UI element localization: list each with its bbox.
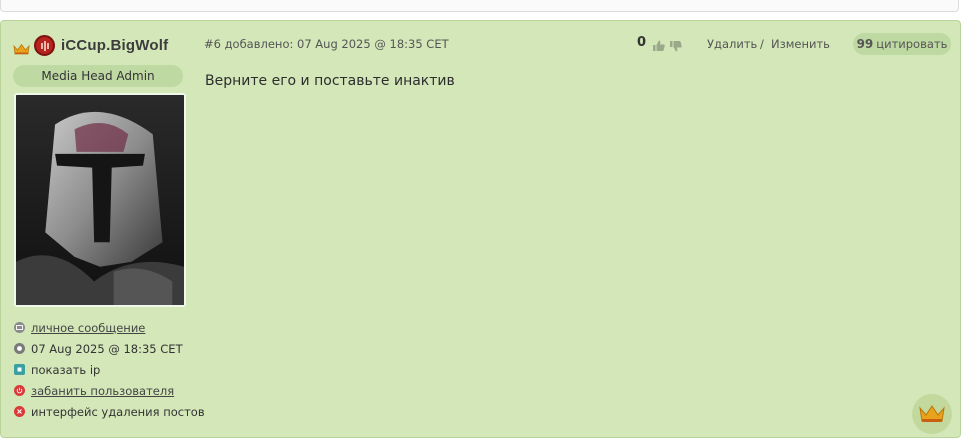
private-message-link[interactable]: личное сообщение bbox=[31, 321, 145, 335]
registration-date: 07 Aug 2025 @ 18:35 CET bbox=[31, 341, 183, 356]
previous-post-edge bbox=[0, 0, 959, 12]
quote-button[interactable]: 99 цитировать bbox=[853, 33, 951, 55]
ban-user-link[interactable]: забанить пользователя bbox=[31, 384, 174, 398]
edit-post-link[interactable]: Изменить bbox=[771, 37, 830, 51]
thumbs-up-icon[interactable] bbox=[652, 37, 666, 51]
quote-label: цитировать bbox=[876, 37, 948, 51]
list-item[interactable]: интерфейс удаления постов bbox=[14, 401, 205, 422]
post-meta: #6 добавлено: 07 Aug 2025 @ 18:35 CET bbox=[204, 37, 449, 51]
crown-icon bbox=[13, 40, 30, 54]
delete-post-link[interactable]: Удалить bbox=[707, 37, 757, 51]
power-icon bbox=[14, 385, 25, 396]
post-delete-interface-link[interactable]: интерфейс удаления постов bbox=[31, 405, 205, 419]
list-item[interactable]: забанить пользователя bbox=[14, 380, 205, 401]
delete-x-icon bbox=[14, 406, 25, 417]
race-emblem-icon bbox=[34, 35, 55, 56]
clock-icon bbox=[14, 343, 25, 354]
mail-icon bbox=[14, 322, 25, 333]
user-role-badge: Media Head Admin bbox=[13, 65, 183, 87]
quote-icon: 99 bbox=[856, 37, 874, 51]
rating-value: 0 bbox=[637, 35, 647, 50]
crown-badge-icon bbox=[912, 394, 952, 434]
list-item[interactable]: личное сообщение bbox=[14, 317, 205, 338]
avatar[interactable] bbox=[14, 93, 186, 307]
action-separator: / bbox=[760, 37, 764, 51]
thumbs-down-icon[interactable] bbox=[669, 38, 683, 52]
post-body: Верните его и поставьте инактив bbox=[205, 73, 455, 89]
show-ip-link[interactable]: показать ip bbox=[31, 363, 100, 377]
user-actions-list: личное сообщение 07 Aug 2025 @ 18:35 CET… bbox=[14, 317, 205, 422]
forum-post: iCCup.BigWolf Media Head Admin личное со… bbox=[0, 20, 961, 438]
post-author-header: iCCup.BigWolf bbox=[13, 35, 168, 56]
list-item[interactable]: показать ip bbox=[14, 359, 205, 380]
username[interactable]: iCCup.BigWolf bbox=[61, 37, 168, 54]
ip-icon bbox=[14, 364, 25, 375]
list-item: 07 Aug 2025 @ 18:35 CET bbox=[14, 338, 205, 359]
